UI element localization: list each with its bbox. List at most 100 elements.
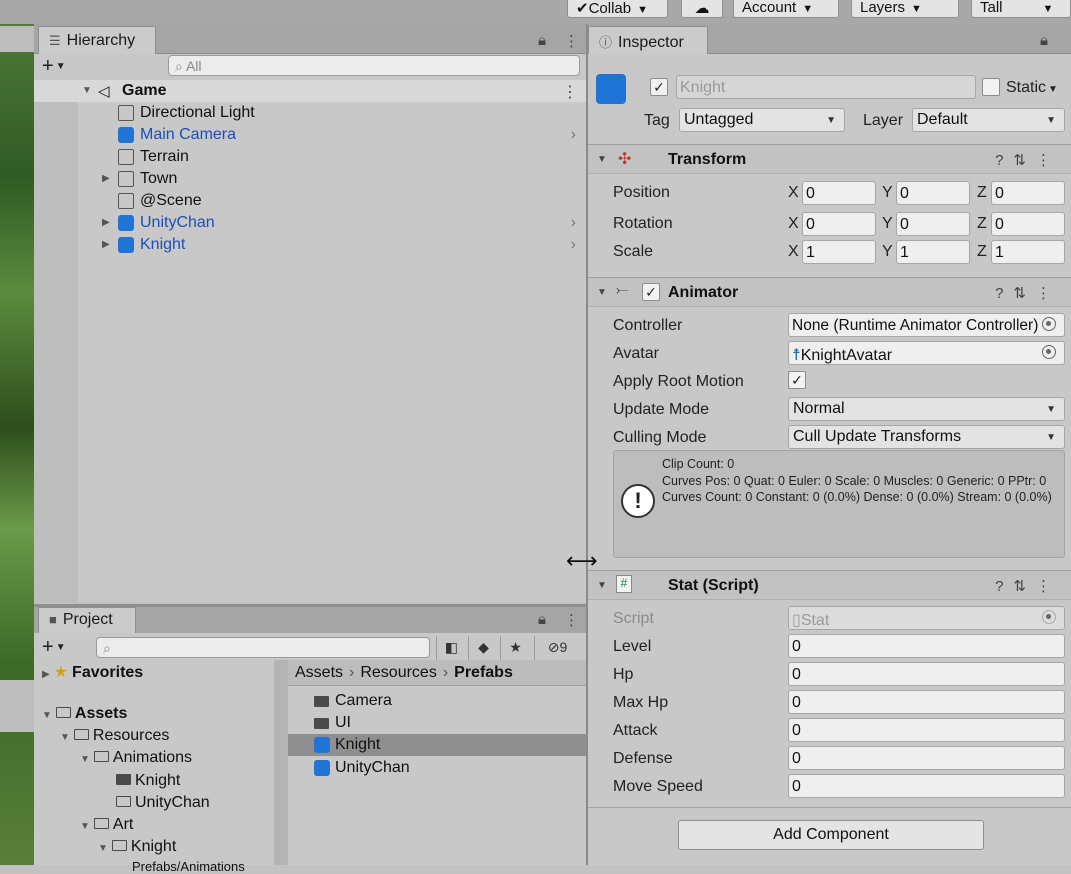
tree-item-partial[interactable]: Prefabs/Animations [132, 859, 245, 874]
scene-view[interactable] [0, 24, 34, 865]
rotation-z-field[interactable]: 0 [991, 212, 1065, 236]
asset-item-camera[interactable]: Camera [288, 690, 586, 712]
account-dropdown[interactable]: Account ▼ [733, 0, 839, 18]
hierarchy-search-input[interactable]: ⌕ All [168, 55, 580, 76]
static-checkbox[interactable] [982, 78, 1000, 96]
fold-closed-icon[interactable]: ▶ [102, 173, 110, 184]
culling-mode-dropdown[interactable]: Cull Update Transforms ▼ [788, 425, 1065, 449]
info-line: Curves Pos: 0 Quat: 0 Euler: 0 Scale: 0 … [662, 473, 1047, 488]
active-checkbox[interactable]: ✓ [650, 78, 668, 96]
star-icon: ★ [53, 664, 69, 681]
rotation-y-field[interactable]: 0 [896, 212, 970, 236]
lock-icon[interactable]: 🔒︎ [1040, 32, 1054, 49]
move-speed-field[interactable]: 0 [788, 774, 1065, 798]
hierarchy-item-directional-light[interactable]: Directional Light [34, 102, 586, 124]
tab-project[interactable]: ■ Project [38, 607, 136, 633]
component-header-icons[interactable]: ?⇅⋮ [995, 284, 1061, 302]
component-header-icons[interactable]: ?⇅⋮ [995, 577, 1061, 595]
hierarchy-item-scene[interactable]: @Scene [34, 190, 586, 212]
update-mode-label: Update Mode [613, 401, 710, 418]
hidden-packages-button[interactable]: ⊘9 [534, 636, 580, 660]
asset-item-knight[interactable]: Knight [288, 734, 586, 756]
kebab-menu-icon[interactable]: ⋮ [564, 611, 585, 629]
search-by-label-icon[interactable]: ◆ [468, 636, 498, 660]
chevron-right-icon[interactable]: › [571, 126, 576, 144]
scale-x-field[interactable]: 1 [802, 240, 876, 264]
fold-open-icon: ▼ [82, 85, 92, 96]
create-button[interactable]: + ▼ [42, 56, 66, 77]
prefab-cube-icon[interactable] [596, 74, 626, 104]
avatar-field[interactable]: ☨KnightAvatar [788, 341, 1065, 365]
breadcrumb-item-current[interactable]: Prefabs [454, 664, 513, 681]
level-field[interactable]: 0 [788, 634, 1065, 658]
layer-dropdown[interactable]: Default ▼ [912, 108, 1065, 132]
stat-script-header[interactable]: ▼ # Stat (Script) ?⇅⋮ [588, 570, 1071, 600]
lock-icon[interactable]: 🔒︎ [538, 32, 552, 49]
tree-item-anim-unitychan[interactable]: UnityChan [116, 794, 210, 812]
tree-item-anim-knight[interactable]: Knight [116, 772, 180, 790]
fold-closed-icon[interactable]: ▶ [102, 217, 110, 228]
position-z-field[interactable]: 0 [991, 181, 1065, 205]
hierarchy-item-town[interactable]: ▶ Town [34, 168, 586, 190]
tree-item-resources[interactable]: ▼ Resources [60, 727, 169, 745]
component-header-icons[interactable]: ?⇅⋮ [995, 151, 1061, 169]
project-tree-scrollbar[interactable] [274, 660, 288, 865]
tree-item-assets[interactable]: ▼ Assets [42, 705, 127, 723]
object-picker-icon[interactable] [1042, 317, 1056, 331]
apply-root-motion-checkbox[interactable]: ✓ [788, 371, 806, 389]
static-dropdown[interactable]: Static ▼ [1006, 79, 1058, 97]
transform-header[interactable]: ▼ ✣ Transform ?⇅⋮ [588, 144, 1071, 174]
fold-closed-icon[interactable]: ▶ [102, 239, 110, 250]
hp-field[interactable]: 0 [788, 662, 1065, 686]
rotation-x-field[interactable]: 0 [802, 212, 876, 236]
scale-y-field[interactable]: 1 [896, 240, 970, 264]
max-hp-field[interactable]: 0 [788, 690, 1065, 714]
position-y-field[interactable]: 0 [896, 181, 970, 205]
axis-z-label: Z [977, 184, 987, 201]
hierarchy-item-knight[interactable]: ▶ Knight › [34, 234, 586, 256]
fold-open-icon: ▼ [597, 154, 607, 165]
asset-item-ui[interactable]: UI [288, 712, 586, 734]
add-component-button[interactable]: Add Component [678, 820, 984, 850]
search-by-type-icon[interactable]: ◧ [436, 636, 466, 660]
script-field: ▯Stat [788, 606, 1065, 630]
tree-item-label: Knight [130, 838, 177, 855]
scale-z-field[interactable]: 1 [991, 240, 1065, 264]
hierarchy-item-unitychan[interactable]: ▶ UnityChan › [34, 212, 586, 234]
chevron-right-icon[interactable]: › [571, 236, 576, 254]
layout-dropdown[interactable]: Tall ▼ [971, 0, 1071, 18]
chevron-right-icon[interactable]: › [571, 214, 576, 232]
hierarchy-item-main-camera[interactable]: Main Camera › [34, 124, 586, 146]
attack-field[interactable]: 0 [788, 718, 1065, 742]
animator-enabled-checkbox[interactable]: ✓ [642, 283, 660, 301]
tree-item-favorites[interactable]: ▶ ★ Favorites [42, 662, 143, 682]
tree-item-art-knight[interactable]: ▼ Knight [98, 838, 176, 856]
tab-inspector[interactable]: ⓘ Inspector [588, 26, 708, 54]
chevron-down-icon: ▼ [637, 4, 648, 16]
collab-button[interactable]: ✔Collab ▼ [567, 0, 668, 18]
defense-field[interactable]: 0 [788, 746, 1065, 770]
breadcrumb-item[interactable]: Resources [360, 664, 436, 681]
update-mode-dropdown[interactable]: Normal ▼ [788, 397, 1065, 421]
tab-hierarchy[interactable]: ☰ Hierarchy [38, 26, 156, 54]
tree-item-animations[interactable]: ▼ Animations [80, 749, 192, 767]
scene-row[interactable]: ▼ ◁ Game ⋮ [34, 80, 586, 102]
create-asset-button[interactable]: + ▼ [42, 637, 66, 658]
layers-dropdown[interactable]: Layers ▼ [851, 0, 959, 18]
position-x-field[interactable]: 0 [802, 181, 876, 205]
project-search-input[interactable]: ⌕ [96, 637, 430, 658]
object-name-field[interactable]: Knight [676, 75, 976, 99]
animator-header[interactable]: ▼ ⤚ ✓ Animator ?⇅⋮ [588, 277, 1071, 307]
breadcrumb-item[interactable]: Assets [295, 664, 343, 681]
lock-icon[interactable]: 🔒︎ [538, 611, 552, 628]
kebab-menu-icon[interactable]: ⋮ [562, 82, 578, 102]
object-picker-icon[interactable] [1042, 345, 1056, 359]
tree-item-art[interactable]: ▼ Art [80, 816, 133, 834]
hierarchy-item-terrain[interactable]: Terrain [34, 146, 586, 168]
favorite-star-icon[interactable]: ★ [500, 636, 530, 660]
cloud-button[interactable]: ☁ [681, 0, 723, 18]
asset-item-unitychan[interactable]: UnityChan [288, 757, 586, 779]
controller-field[interactable]: None (Runtime Animator Controller) [788, 313, 1065, 337]
tag-dropdown[interactable]: Untagged ▼ [679, 108, 845, 132]
kebab-menu-icon[interactable]: ⋮ [564, 32, 585, 50]
